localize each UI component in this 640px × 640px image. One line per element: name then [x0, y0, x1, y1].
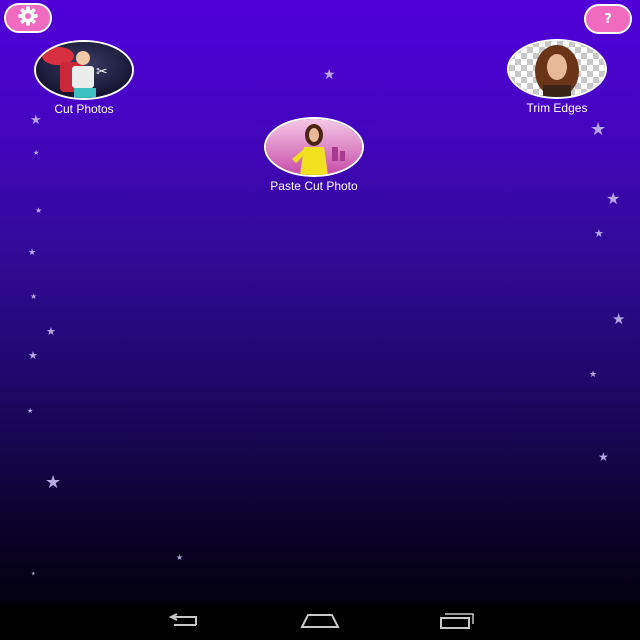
star-icon: ★ — [33, 149, 40, 157]
star-icon: ★ — [27, 407, 34, 415]
star-icon: ★ — [31, 571, 36, 577]
trim-edges-button[interactable]: Trim Edges — [487, 39, 627, 115]
star-icon: ★ — [28, 248, 37, 258]
recent-apps-button[interactable] — [437, 612, 477, 634]
paste-cut-photo-button[interactable]: Paste Cut Photo — [244, 117, 384, 193]
home-screen: ★ ★ ★ ★ ★ ★ ★ ★ ★ ★ ★ ★ ★ ★ ★ ★ ★ ★ ? ✂ … — [0, 0, 640, 640]
star-icon: ★ — [35, 206, 43, 215]
star-icon: ★ — [590, 119, 607, 140]
paste-cut-photo-thumbnail — [264, 117, 364, 177]
back-arrow-icon — [166, 613, 202, 633]
star-icon: ★ — [45, 472, 62, 493]
help-button[interactable]: ? — [584, 4, 632, 34]
cut-photos-label: Cut Photos — [54, 102, 114, 116]
back-button[interactable] — [164, 612, 204, 634]
star-icon: ★ — [323, 67, 336, 83]
star-icon: ★ — [46, 325, 56, 338]
question-icon: ? — [604, 11, 612, 27]
trim-edges-label: Trim Edges — [526, 101, 588, 115]
cut-photos-button[interactable]: ✂ Cut Photos — [14, 40, 154, 116]
cut-photos-thumbnail: ✂ — [34, 40, 134, 100]
gear-icon — [17, 5, 39, 31]
settings-button[interactable] — [4, 3, 52, 33]
home-button[interactable] — [300, 612, 340, 634]
paste-cut-photo-label: Paste Cut Photo — [270, 179, 358, 193]
star-icon: ★ — [594, 227, 604, 240]
system-navigation-bar — [0, 604, 640, 640]
home-icon — [300, 613, 340, 633]
star-icon: ★ — [612, 310, 626, 328]
star-icon: ★ — [606, 189, 621, 208]
recent-apps-icon — [439, 613, 475, 633]
svg-text:✂: ✂ — [96, 64, 108, 80]
star-icon: ★ — [28, 349, 38, 362]
star-icon: ★ — [589, 370, 598, 380]
star-icon: ★ — [30, 292, 38, 301]
star-icon: ★ — [176, 553, 184, 562]
star-icon: ★ — [598, 450, 609, 464]
trim-edges-thumbnail — [507, 39, 607, 99]
